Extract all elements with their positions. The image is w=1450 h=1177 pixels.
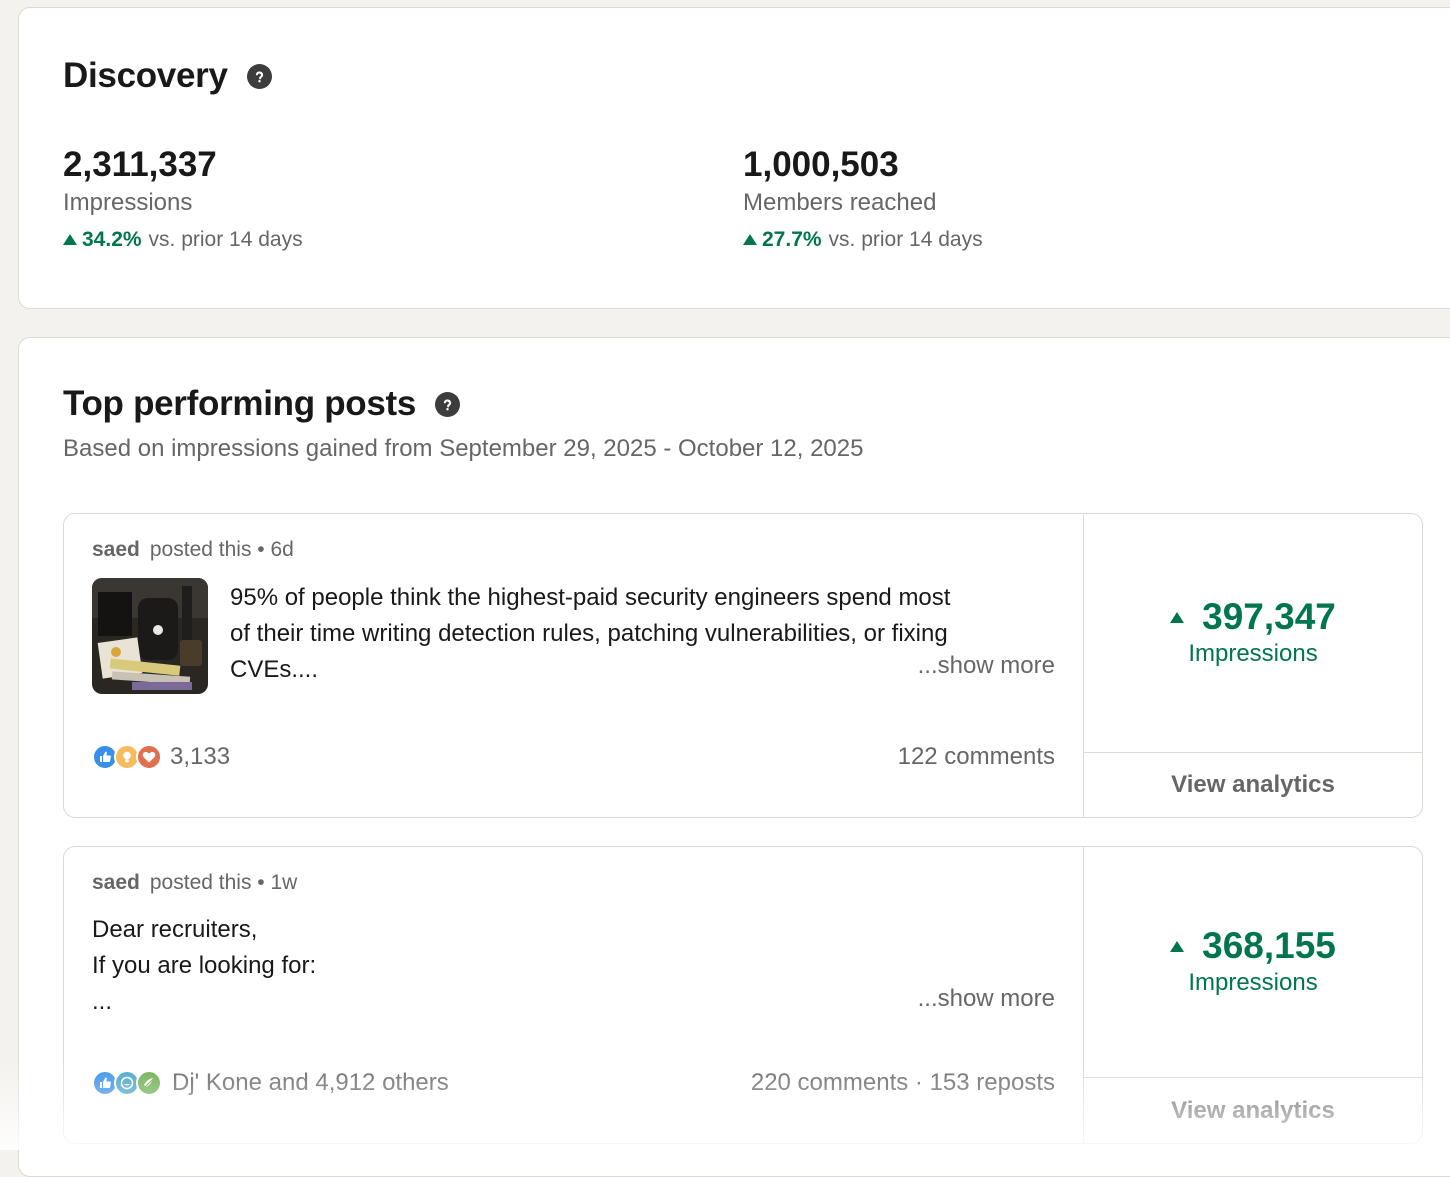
top-posts-title: Top performing posts <box>63 384 460 424</box>
view-analytics-button[interactable]: View analytics <box>1084 1077 1422 1143</box>
post-text: Dear recruiters, If you are looking for:… <box>92 912 316 1020</box>
post-impressions-value: 368,155 <box>1202 925 1336 967</box>
post-stats: 397,347 Impressions View analytics <box>1083 514 1422 817</box>
reactions-summary[interactable]: Dj' Kone and 4,912 others <box>92 1069 449 1097</box>
date-range-subtitle: Based on impressions gained from Septemb… <box>63 435 863 463</box>
post-impressions-value-wrap: 368,155 <box>1170 925 1336 967</box>
post-content[interactable]: saed posted this • 6d <box>64 514 1083 817</box>
post-impressions-label: Impressions <box>1084 969 1422 997</box>
members-reached-trend: 27.7% vs. prior 14 days <box>743 228 983 252</box>
post-meta: saed posted this • 6d <box>92 538 294 562</box>
discovery-card: Discovery 2,311,337 Impressions 34.2% vs… <box>18 7 1450 309</box>
post-stats: 368,155 Impressions View analytics <box>1083 847 1422 1143</box>
members-reached-change: 27.7% <box>762 228 822 252</box>
reaction-icons <box>92 744 158 770</box>
post-author[interactable]: saed <box>92 538 140 561</box>
members-reached-change-suffix: vs. prior 14 days <box>829 228 983 252</box>
post-author[interactable]: saed <box>92 871 140 894</box>
post-impressions-label: Impressions <box>1084 640 1422 668</box>
trend-up-icon <box>1170 941 1184 952</box>
reactions-count: 3,133 <box>170 743 230 771</box>
post-text-line: ... <box>92 984 316 1020</box>
post-text-line: 95% of people think the highest-paid sec… <box>230 580 950 616</box>
support-icon <box>136 1070 162 1096</box>
comments-reposts-count[interactable]: 220 comments · 153 reposts <box>751 1069 1055 1097</box>
help-icon[interactable] <box>435 392 460 417</box>
love-icon <box>136 744 162 770</box>
show-more-link[interactable]: ...show more <box>918 652 1055 680</box>
post-meta-text: posted this • 6d <box>150 538 294 561</box>
post-meta-text: posted this • 1w <box>150 871 297 894</box>
top-posts-card: Top performing posts Based on impression… <box>18 337 1450 1177</box>
view-analytics-button[interactable]: View analytics <box>1084 752 1422 817</box>
trend-up-icon <box>1170 612 1184 623</box>
post-text-line: Dear recruiters, <box>92 912 316 948</box>
post-impressions: 397,347 Impressions <box>1084 596 1422 668</box>
post-content[interactable]: saed posted this • 1w Dear recruiters, If… <box>64 847 1083 1143</box>
post-impressions: 368,155 Impressions <box>1084 925 1422 997</box>
post-text-line: of their time writing detection rules, p… <box>230 616 950 652</box>
reaction-icons <box>92 1070 158 1096</box>
post-text-line: If you are looking for: <box>92 948 316 984</box>
comments-count[interactable]: 122 comments <box>898 743 1055 771</box>
post-meta: saed posted this • 1w <box>92 871 297 895</box>
impressions-metric: 2,311,337 Impressions 34.2% vs. prior 14… <box>63 146 303 252</box>
impressions-value: 2,311,337 <box>63 146 303 184</box>
post-card: saed posted this • 6d <box>63 513 1423 818</box>
impressions-change: 34.2% <box>82 228 142 252</box>
reactions-summary[interactable]: 3,133 <box>92 743 230 771</box>
post-text-line: CVEs.... <box>230 652 950 688</box>
post-text: 95% of people think the highest-paid sec… <box>230 580 950 688</box>
post-card: saed posted this • 1w Dear recruiters, If… <box>63 846 1423 1144</box>
members-reached-metric: 1,000,503 Members reached 27.7% vs. prio… <box>743 146 983 252</box>
members-reached-value: 1,000,503 <box>743 146 983 184</box>
top-posts-title-text: Top performing posts <box>63 384 416 424</box>
impressions-change-suffix: vs. prior 14 days <box>149 228 303 252</box>
post-impressions-value: 397,347 <box>1202 596 1336 638</box>
impressions-label: Impressions <box>63 188 303 218</box>
trend-up-icon <box>743 234 757 245</box>
members-reached-label: Members reached <box>743 188 983 218</box>
impressions-trend: 34.2% vs. prior 14 days <box>63 228 303 252</box>
discovery-title-text: Discovery <box>63 56 228 96</box>
trend-up-icon <box>63 234 77 245</box>
help-icon[interactable] <box>247 64 272 89</box>
post-impressions-value-wrap: 397,347 <box>1170 596 1336 638</box>
reactions-summary-text: Dj' Kone and 4,912 others <box>172 1069 449 1097</box>
discovery-title: Discovery <box>63 56 272 96</box>
show-more-link[interactable]: ...show more <box>918 985 1055 1013</box>
post-thumbnail[interactable] <box>92 578 208 694</box>
